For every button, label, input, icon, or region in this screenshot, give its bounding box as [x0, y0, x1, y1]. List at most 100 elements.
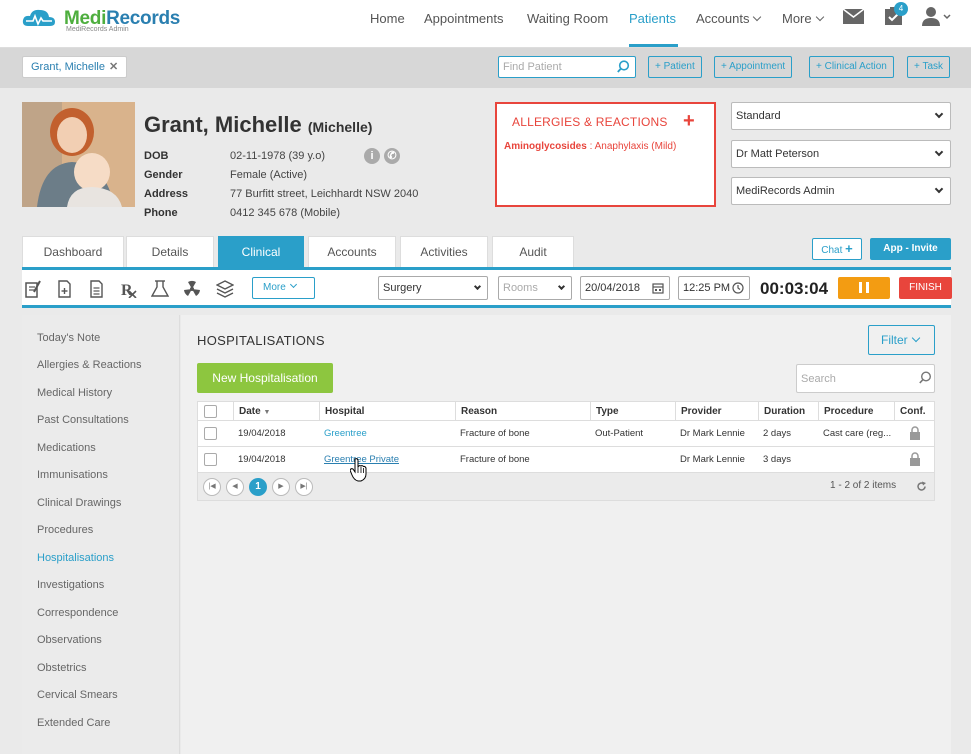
column-hospital[interactable]: Hospital	[319, 402, 455, 421]
column-conf[interactable]: Conf.	[894, 402, 934, 421]
sidebar-item-observations[interactable]: Observations	[37, 634, 102, 646]
cell-hospital-link[interactable]: Greentree	[319, 421, 455, 446]
prev-page-button[interactable]: ◀	[226, 478, 244, 496]
clock-icon[interactable]	[732, 282, 744, 294]
mail-icon[interactable]	[843, 9, 864, 24]
close-icon[interactable]: ✕	[109, 61, 118, 73]
sidebar-item-procedures[interactable]: Procedures	[37, 524, 93, 536]
table-row[interactable]: 19/04/2018 Greentree Fracture of bone Ou…	[197, 421, 935, 447]
lock-icon[interactable]	[909, 426, 921, 440]
document-add-icon[interactable]	[56, 280, 74, 298]
info-icon[interactable]: i	[364, 148, 380, 164]
add-allergy-button[interactable]: +	[683, 110, 695, 133]
setting-select[interactable]: Surgery	[378, 276, 488, 300]
nav-patients[interactable]: Patients	[629, 11, 676, 26]
app-invite-button[interactable]: App - Invite	[870, 238, 951, 260]
chat-button[interactable]: Chat +	[812, 238, 862, 260]
column-reason[interactable]: Reason	[455, 402, 590, 421]
column-type[interactable]: Type	[590, 402, 675, 421]
tab-dashboard[interactable]: Dashboard	[22, 236, 124, 267]
refresh-icon[interactable]	[916, 481, 927, 492]
finish-button[interactable]: FINISH	[899, 277, 952, 299]
find-patient-input[interactable]	[498, 56, 636, 78]
table-row[interactable]: 19/04/2018 Greentree Private Fracture of…	[197, 447, 935, 473]
sidebar-item-correspondence[interactable]: Correspondence	[37, 607, 118, 619]
sidebar-item-immunisations[interactable]: Immunisations	[37, 469, 108, 481]
allergy-item[interactable]: Aminoglycosides : Anaphylaxis (Mild)	[504, 141, 676, 152]
prescription-icon[interactable]: R	[120, 280, 138, 298]
sidebar-item-past-consultations[interactable]: Past Consultations	[37, 414, 129, 426]
date-value: 20/04/2018	[585, 282, 641, 294]
column-date[interactable]: Date ▼	[233, 402, 319, 421]
time-picker[interactable]: 12:25 PM	[678, 276, 750, 300]
search-input[interactable]	[796, 364, 935, 393]
search-icon[interactable]	[617, 60, 630, 73]
search-icon[interactable]	[919, 371, 932, 384]
rooms-select[interactable]: Rooms	[498, 276, 572, 300]
next-page-button[interactable]: ▶	[272, 478, 290, 496]
sidebar-item-medications[interactable]: Medications	[37, 442, 96, 454]
practitioner-select[interactable]: Dr Matt Peterson	[731, 140, 951, 168]
sidebar-item-todays-note[interactable]: Today's Note	[37, 332, 100, 344]
add-clinical-action-button[interactable]: + Clinical Action	[809, 56, 894, 78]
lab-flask-icon[interactable]	[151, 280, 169, 298]
nav-more[interactable]: More	[782, 11, 824, 26]
filter-button[interactable]: Filter	[868, 325, 935, 355]
add-task-button[interactable]: + Task	[907, 56, 950, 78]
add-patient-button[interactable]: + Patient	[648, 56, 702, 78]
tab-clinical[interactable]: Clinical	[218, 236, 304, 267]
layers-icon[interactable]	[216, 280, 234, 298]
sidebar-item-clinical-drawings[interactable]: Clinical Drawings	[37, 497, 121, 509]
tab-audit[interactable]: Audit	[492, 236, 574, 267]
tab-accounts[interactable]: Accounts	[308, 236, 396, 267]
cell-hospital-link[interactable]: Greentree Private	[319, 447, 455, 472]
sidebar-item-allergies[interactable]: Allergies & Reactions	[37, 359, 142, 371]
sidebar-item-hospitalisations[interactable]: Hospitalisations	[37, 552, 114, 564]
add-appointment-button[interactable]: + Appointment	[714, 56, 793, 78]
sidebar-item-cervical-smears[interactable]: Cervical Smears	[37, 689, 118, 701]
pagination-info: 1 - 2 of 2 items	[830, 480, 897, 491]
document-list-icon[interactable]	[88, 280, 106, 298]
column-duration[interactable]: Duration	[758, 402, 818, 421]
clinical-notes-icon[interactable]	[24, 280, 42, 298]
row-checkbox[interactable]	[204, 453, 217, 466]
user-icon[interactable]	[922, 6, 952, 26]
sidebar-item-medical-history[interactable]: Medical History	[37, 387, 112, 399]
open-patient-tab[interactable]: Grant, Michelle ✕	[22, 56, 128, 78]
appointment-type-select[interactable]: Standard	[731, 102, 951, 130]
tasks-badge: 4	[894, 2, 908, 16]
page-number-button[interactable]: 1	[249, 478, 267, 496]
sidebar-item-extended-care[interactable]: Extended Care	[37, 717, 110, 729]
patient-full-name: Grant, Michelle	[144, 112, 302, 137]
hand-cursor-icon	[350, 458, 367, 482]
column-provider[interactable]: Provider	[675, 402, 758, 421]
nav-home[interactable]: Home	[370, 11, 405, 26]
last-page-button[interactable]: ▶|	[295, 478, 313, 496]
nav-appointments[interactable]: Appointments	[424, 11, 504, 26]
lock-icon[interactable]	[909, 452, 921, 466]
toolbar-more-button[interactable]: More	[252, 277, 315, 299]
tab-details[interactable]: Details	[126, 236, 214, 267]
first-page-button[interactable]: |◀	[203, 478, 221, 496]
new-hospitalisation-button[interactable]: New Hospitalisation	[197, 363, 333, 393]
column-procedure[interactable]: Procedure	[818, 402, 894, 421]
tab-activities[interactable]: Activities	[400, 236, 488, 267]
pause-button[interactable]	[838, 277, 890, 299]
open-patient-name: Grant, Michelle	[31, 61, 105, 73]
phone-call-icon[interactable]: ✆	[384, 148, 400, 164]
select-all-checkbox[interactable]	[204, 405, 217, 418]
date-picker[interactable]: 20/04/2018	[580, 276, 670, 300]
cell-type: Out-Patient	[595, 428, 644, 439]
app-subtitle: MediRecords Admin	[66, 26, 129, 33]
sidebar-item-investigations[interactable]: Investigations	[37, 579, 104, 591]
cell-duration: 3 days	[763, 454, 791, 465]
row-checkbox[interactable]	[204, 427, 217, 440]
calendar-icon[interactable]	[652, 282, 664, 294]
nav-waiting-room[interactable]: Waiting Room	[527, 11, 608, 26]
radiation-icon[interactable]	[183, 280, 201, 298]
sidebar-item-obstetrics[interactable]: Obstetrics	[37, 662, 87, 674]
sort-down-icon: ▼	[263, 409, 271, 416]
location-select[interactable]: MediRecords Admin	[731, 177, 951, 205]
setting-value: Surgery	[383, 282, 422, 294]
nav-accounts[interactable]: Accounts	[696, 11, 762, 26]
